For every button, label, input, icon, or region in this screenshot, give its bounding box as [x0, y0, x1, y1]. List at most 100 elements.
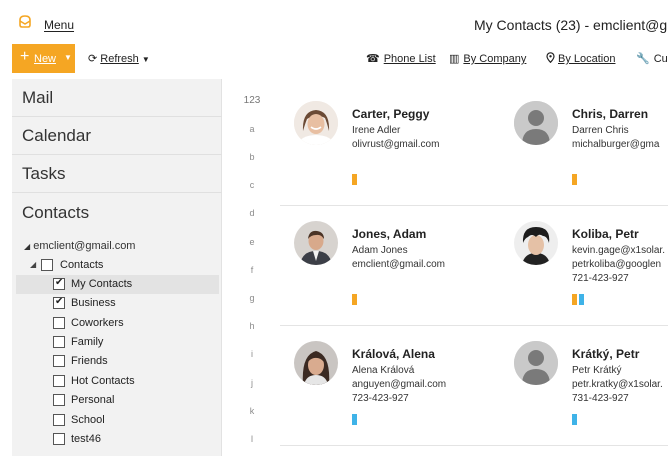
folder-label: Personal — [71, 394, 115, 406]
category-tag — [572, 174, 577, 185]
folder-checkbox[interactable] — [53, 433, 65, 445]
folder-school[interactable]: School — [16, 411, 219, 430]
folder-personal[interactable]: Personal — [16, 391, 219, 410]
contacts-root-checkbox[interactable] — [41, 259, 53, 271]
plus-icon: + — [20, 48, 30, 65]
alpha-letter[interactable]: h — [224, 321, 280, 331]
chevron-down-icon: ▼ — [141, 55, 150, 64]
contact-detail: Darren Chris — [572, 125, 629, 136]
contact-email: kevin.gage@x1solar. — [572, 245, 665, 256]
contact-detail: Adam Jones — [352, 245, 408, 256]
alphabet-index: 123 a b c d e f g h i j k l — [224, 79, 280, 456]
folder-label: Family — [71, 336, 104, 348]
refresh-icon: ⟳ — [88, 53, 98, 65]
folder-checkbox[interactable] — [53, 296, 65, 309]
category-tag — [352, 294, 357, 305]
folder-coworkers[interactable]: Coworkers — [16, 314, 219, 333]
nav-calendar[interactable]: Calendar — [12, 117, 222, 155]
alpha-letter[interactable]: g — [224, 293, 280, 303]
alpha-letter[interactable]: e — [224, 237, 280, 247]
alpha-letter[interactable]: k — [224, 406, 280, 416]
wrench-icon: 🔧 — [636, 53, 650, 65]
folder-hot-contacts[interactable]: Hot Contacts — [16, 372, 219, 391]
folder-checkbox[interactable] — [53, 317, 65, 329]
alpha-letter[interactable]: 123 — [224, 95, 280, 106]
alpha-letter[interactable]: a — [224, 124, 280, 134]
alpha-letter[interactable]: j — [224, 378, 280, 388]
contact-email: olivrust@gmail.com — [352, 139, 440, 150]
phone-list-label: Phone List — [383, 53, 436, 65]
folder-my-contacts[interactable]: My Contacts — [16, 275, 219, 294]
expand-arrow-icon: ◢ — [30, 260, 37, 269]
contact-card[interactable]: Chris, Darren Darren Chris michalburger@… — [500, 79, 668, 199]
by-company-label: By Company — [463, 53, 527, 65]
customize-button[interactable]: 🔧Cus — [636, 52, 668, 65]
contact-phone: 731-423-927 — [572, 393, 629, 404]
contact-detail: Irene Adler — [352, 125, 401, 136]
refresh-button-label: Refresh — [100, 53, 139, 65]
contact-email: petrkoliba@googlen — [572, 259, 662, 270]
contact-name: Koliba, Petr — [572, 227, 639, 241]
alpha-letter[interactable]: d — [224, 208, 280, 218]
folder-checkbox[interactable] — [53, 277, 65, 290]
app-logo-icon[interactable] — [18, 15, 32, 28]
by-company-button[interactable]: ▥ By Company — [449, 52, 526, 65]
location-pin-icon — [546, 52, 555, 64]
menu-button[interactable]: Menu — [44, 18, 74, 32]
folder-test46[interactable]: test46 — [16, 430, 219, 449]
contacts-root-label: Contacts — [60, 259, 104, 271]
folder-label: Business — [71, 297, 116, 309]
folder-checkbox[interactable] — [53, 336, 65, 348]
contact-card[interactable]: Krátký, Petr Petr Krátký petr.kratky@x1s… — [500, 319, 668, 439]
folder-family[interactable]: Family — [16, 333, 219, 352]
category-tag — [579, 294, 584, 305]
folder-checkbox[interactable] — [53, 414, 65, 426]
by-location-label: By Location — [558, 53, 616, 65]
folder-checkbox[interactable] — [53, 375, 65, 387]
folder-checkbox[interactable] — [53, 355, 65, 367]
category-tag — [352, 174, 357, 185]
category-tag — [572, 414, 577, 425]
account-node[interactable]: ◢ emclient@gmail.com — [24, 240, 135, 252]
avatar — [294, 101, 338, 145]
by-location-button[interactable]: By Location — [546, 52, 615, 65]
contact-email: emclient@gmail.com — [352, 259, 445, 270]
folder-label: School — [71, 414, 105, 426]
contact-name: Jones, Adam — [352, 227, 427, 241]
folder-label: Friends — [71, 355, 108, 367]
alpha-letter[interactable]: f — [224, 265, 280, 275]
contact-name: Carter, Peggy — [352, 107, 430, 121]
avatar — [294, 341, 338, 385]
folder-label: Hot Contacts — [71, 375, 135, 387]
contact-card[interactable]: Králová, Alena Alena Králová anguyen@gma… — [280, 319, 500, 439]
refresh-button[interactable]: ⟳ Refresh ▼ — [88, 52, 150, 65]
phone-list-button[interactable]: ☎ Phone List — [366, 52, 436, 65]
expand-arrow-icon: ◢ — [24, 242, 31, 251]
alpha-letter[interactable]: i — [224, 349, 280, 359]
toolbar: + New ▼ ⟳ Refresh ▼ ☎ Phone List ▥ By Comp… — [0, 44, 668, 74]
contact-card[interactable]: Carter, Peggy Irene Adler olivrust@gmail… — [280, 79, 500, 199]
contact-phone: 721-423-927 — [572, 273, 629, 284]
nav-contacts[interactable]: Contacts — [12, 194, 222, 234]
category-tag — [352, 414, 357, 425]
alpha-letter[interactable]: l — [224, 434, 280, 444]
nav-mail[interactable]: Mail — [12, 79, 222, 117]
contact-card[interactable]: Jones, Adam Adam Jones emclient@gmail.co… — [280, 199, 500, 319]
new-button[interactable]: + New ▼ — [12, 44, 75, 73]
folder-friends[interactable]: Friends — [16, 352, 219, 371]
contact-detail: Petr Krátký — [572, 365, 622, 376]
nav-tasks[interactable]: Tasks — [12, 155, 222, 193]
contact-card[interactable]: Koliba, Petr kevin.gage@x1solar. petrkol… — [500, 199, 668, 319]
building-icon: ▥ — [449, 53, 460, 65]
alpha-letter[interactable]: c — [224, 180, 280, 190]
avatar — [294, 221, 338, 265]
folder-checkbox[interactable] — [53, 394, 65, 406]
folder-business[interactable]: Business — [16, 294, 219, 313]
contacts-root-node[interactable]: ◢ Contacts — [16, 256, 219, 275]
app-window: Menu My Contacts (23) - emclient@gm + Ne… — [0, 0, 668, 456]
contact-email: anguyen@gmail.com — [352, 379, 447, 390]
customize-label: Cus — [653, 53, 668, 65]
category-tag — [572, 294, 577, 305]
contact-phone: 723-423-927 — [352, 393, 409, 404]
alpha-letter[interactable]: b — [224, 152, 280, 162]
